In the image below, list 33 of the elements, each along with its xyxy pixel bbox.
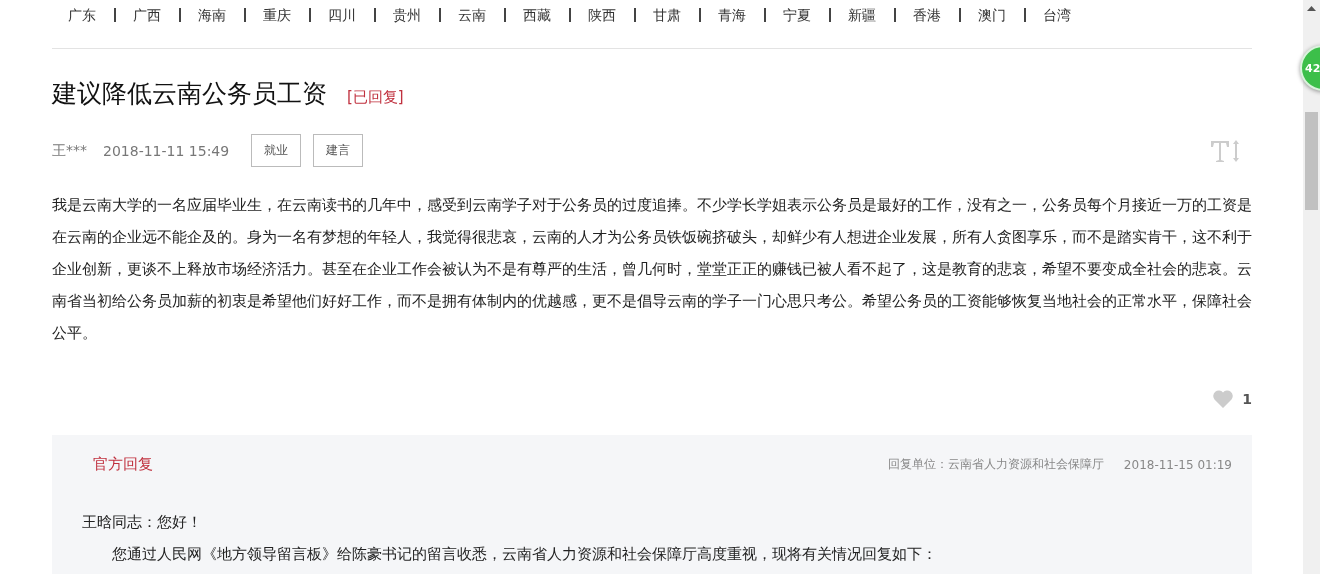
- tag-button[interactable]: 就业: [251, 134, 302, 167]
- reply-paragraph: 您通过人民网《地方领导留言板》给陈豪书记的留言收悉，云南省人力资源和社会保障厅高度重视，现将有关情况回复如下：: [111, 544, 938, 565]
- reply-time: 2018-11-15 01:19: [1123, 457, 1232, 472]
- reply-heading: 官方回复: [93, 455, 153, 474]
- nav-link[interactable]: 青海: [699, 8, 764, 22]
- nav-link[interactable]: 贵州: [374, 8, 439, 22]
- author-name: 王***: [52, 141, 87, 160]
- post-time: 2018-11-11 15:49: [103, 142, 230, 159]
- nav-link[interactable]: 四川: [309, 8, 374, 22]
- nav-link[interactable]: 云南: [439, 8, 504, 22]
- nav-link[interactable]: 宁夏: [764, 8, 829, 22]
- post-body: 我是云南大学的一名应届毕业生，在云南读书的几年中，感受到云南学子对于公务员的过度追捧。不少学长学姐表示公务员是最好的工作，没有之一，公务员每个月接近一万的工资是在云南的企业远不能企及的。身为一名有梦想的年轻人，我觉得很悲哀，云南的人才为公务员铁饭碗挤破头，却鲜少有人想进企业发展，所有人贪图享乐，而不是踏实肯干，这不利于企业创新，更谈不上释放市场经济活力。甚至在企业工作会被认为不是有尊严的生活，曾几何时，堂堂正正的赚钱已被人看不起了，这是教育的悲哀，希望不要变成全社会的悲哀。云南省当初给公务员加薪的初衷是希望他们好好工作，而不是拥有体制内的优越感，更不是倡导云南的学子一门心思只考公。希望公务员的工资能够恢复当地社会的正常水平，保障社会公平。: [52, 195, 1252, 344]
- scroll-up-icon[interactable]: [1307, 6, 1316, 11]
- nav-link[interactable]: 澳门: [959, 8, 1024, 22]
- nav-link[interactable]: 台湾: [1024, 8, 1089, 22]
- like-count: 1: [1242, 391, 1252, 407]
- reply-status: [已回复]: [347, 88, 404, 107]
- nav-link[interactable]: 广东: [52, 8, 114, 22]
- nav-link[interactable]: 新疆: [829, 8, 894, 22]
- scrollbar[interactable]: [1303, 0, 1320, 574]
- nav-link[interactable]: 重庆: [244, 8, 309, 22]
- nav-link[interactable]: 广西: [114, 8, 179, 22]
- post-title: 建议降低云南公务员工资: [52, 78, 327, 110]
- scroll-thumb[interactable]: [1305, 112, 1318, 210]
- nav-link[interactable]: 西藏: [504, 8, 569, 22]
- reply-unit: 回复单位：云南省人力资源和社会保障厅: [887, 456, 1104, 473]
- heart-icon[interactable]: [1212, 389, 1235, 409]
- nav-link[interactable]: 甘肃: [634, 8, 699, 22]
- nav-link[interactable]: 海南: [179, 8, 244, 22]
- nav-link[interactable]: 陕西: [569, 8, 634, 22]
- nav-link[interactable]: 香港: [894, 8, 959, 22]
- tag-button[interactable]: 建言: [313, 134, 364, 167]
- reply-greeting: 王晗同志：您好！: [82, 512, 203, 533]
